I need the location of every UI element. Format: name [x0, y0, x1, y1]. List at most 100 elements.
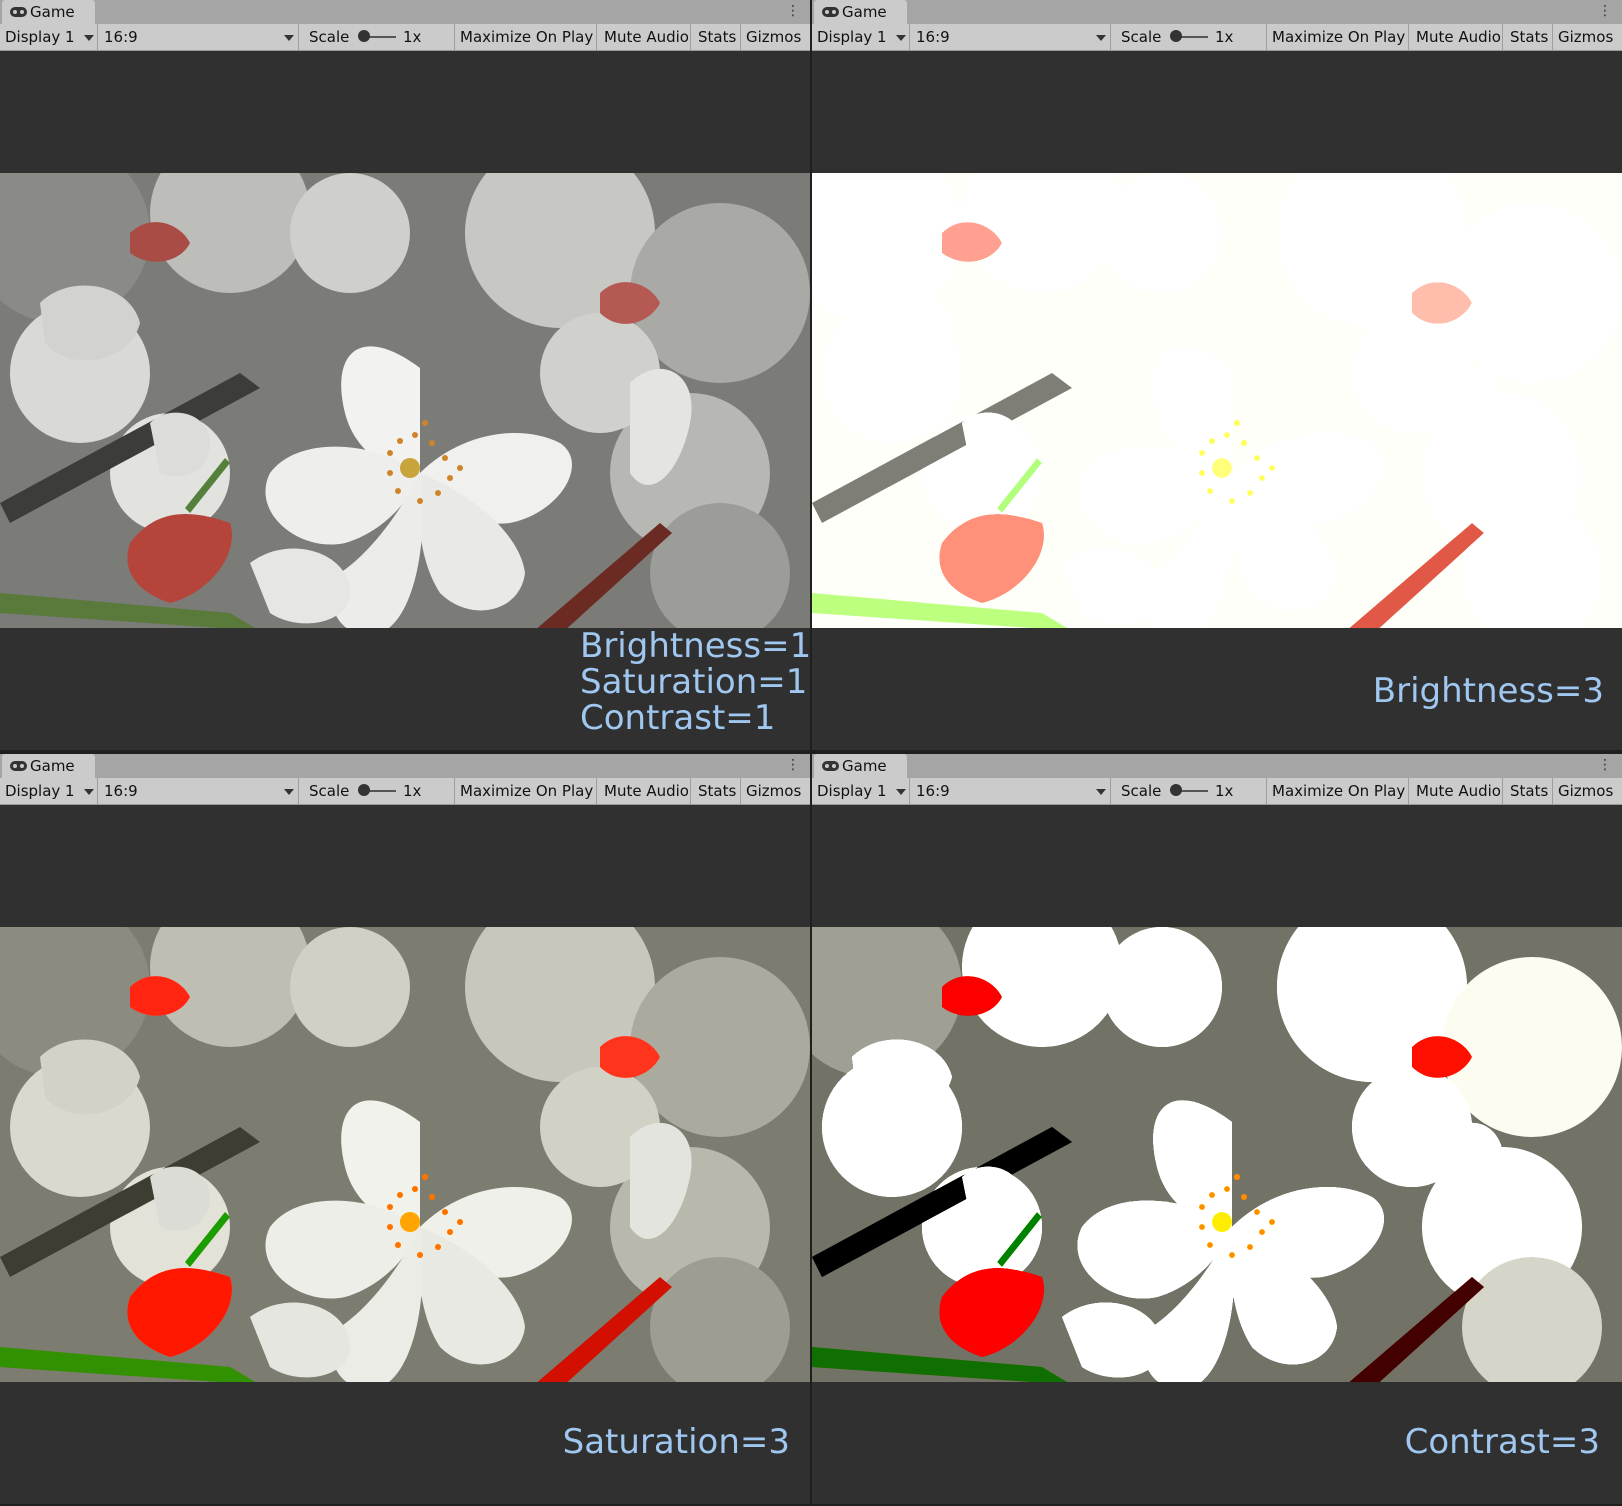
mute-audio-toggle[interactable]: Mute Audio [604, 778, 689, 804]
settings-caption: Brightness=1 Saturation=1 Contrast=1 [580, 628, 810, 736]
tab-bar: Game ⋮ [0, 0, 810, 24]
maximize-on-play-toggle[interactable]: Maximize On Play [460, 778, 593, 804]
cherry-blossom-image [812, 173, 1622, 628]
divider [298, 778, 299, 804]
settings-caption: Contrast=3 [1404, 1422, 1600, 1462]
mute-audio-toggle[interactable]: Mute Audio [1416, 778, 1501, 804]
divider [1408, 24, 1409, 50]
gizmos-toggle[interactable]: Gizmos [1558, 24, 1613, 50]
display-label: Display 1 [5, 28, 75, 46]
gamepad-icon [10, 7, 27, 17]
gizmos-toggle[interactable]: Gizmos [746, 24, 801, 50]
divider [97, 24, 98, 50]
tab-label: Game [30, 3, 75, 21]
tab-game[interactable]: Game [814, 754, 907, 778]
gamepad-icon [822, 7, 839, 17]
stats-toggle[interactable]: Stats [698, 24, 736, 50]
aspect-label: 16:9 [104, 782, 138, 800]
tab-bar: Game ⋮ [812, 0, 1622, 24]
cherry-blossom-image [0, 173, 810, 628]
maximize-on-play-toggle[interactable]: Maximize On Play [1272, 24, 1405, 50]
scale-slider-handle[interactable] [358, 784, 370, 796]
chevron-down-icon [84, 35, 94, 41]
chevron-down-icon [896, 35, 906, 41]
scale-label: Scale [309, 28, 350, 46]
kebab-menu-icon[interactable]: ⋮ [786, 3, 800, 19]
chevron-down-icon [284, 35, 294, 41]
mute-audio-toggle[interactable]: Mute Audio [1416, 24, 1501, 50]
stats-toggle[interactable]: Stats [1510, 24, 1548, 50]
stats-toggle[interactable]: Stats [698, 778, 736, 804]
divider [596, 778, 597, 804]
divider [909, 24, 910, 50]
tab-label: Game [842, 757, 887, 775]
chevron-down-icon [896, 789, 906, 795]
game-view-panel: Game ⋮ Display 1 16:9 Scale 1x Maximize … [812, 754, 1622, 1504]
divider [909, 778, 910, 804]
settings-caption: Brightness=3 [1372, 671, 1604, 711]
divider [1266, 24, 1267, 50]
divider [454, 24, 455, 50]
display-dropdown[interactable]: Display 1 [817, 24, 887, 50]
tab-label: Game [30, 757, 75, 775]
mute-audio-toggle[interactable]: Mute Audio [604, 24, 689, 50]
divider [1110, 24, 1111, 50]
game-viewport[interactable] [812, 805, 1622, 1504]
display-dropdown[interactable]: Display 1 [5, 24, 75, 50]
stats-toggle[interactable]: Stats [1510, 778, 1548, 804]
display-dropdown[interactable]: Display 1 [817, 778, 887, 804]
aspect-dropdown[interactable]: 16:9 [104, 778, 138, 804]
game-toolbar: Display 1 16:9 Scale 1x Maximize On Play… [812, 778, 1622, 805]
chevron-down-icon [284, 789, 294, 795]
divider [1552, 24, 1553, 50]
game-toolbar: Display 1 16:9 Scale 1x Maximize On Play… [0, 778, 810, 805]
divider [690, 778, 691, 804]
maximize-on-play-toggle[interactable]: Maximize On Play [1272, 778, 1405, 804]
display-label: Display 1 [817, 782, 887, 800]
divider [1408, 778, 1409, 804]
display-dropdown[interactable]: Display 1 [5, 778, 75, 804]
divider [97, 778, 98, 804]
scale-slider-handle[interactable] [1170, 784, 1182, 796]
scale-value: 1x [403, 28, 422, 46]
display-label: Display 1 [817, 28, 887, 46]
scale-label: Scale [309, 782, 350, 800]
scale-value: 1x [403, 782, 422, 800]
scale-slider-handle[interactable] [358, 30, 370, 42]
gizmos-toggle[interactable]: Gizmos [1558, 778, 1613, 804]
scale-label: Scale [1121, 28, 1162, 46]
tab-game[interactable]: Game [2, 754, 95, 778]
game-viewport[interactable] [0, 805, 810, 1504]
scale-label: Scale [1121, 782, 1162, 800]
kebab-menu-icon[interactable]: ⋮ [1598, 3, 1612, 19]
gamepad-icon [10, 761, 27, 771]
game-view-panel: Game ⋮ Display 1 16:9 Scale 1x Maximize … [0, 754, 810, 1504]
aspect-dropdown[interactable]: 16:9 [916, 24, 950, 50]
chevron-down-icon [1096, 35, 1106, 41]
scale-value: 1x [1215, 28, 1234, 46]
kebab-menu-icon[interactable]: ⋮ [1598, 757, 1612, 773]
tab-game[interactable]: Game [814, 0, 907, 24]
kebab-menu-icon[interactable]: ⋮ [786, 757, 800, 773]
game-toolbar: Display 1 16:9 Scale 1x Maximize On Play… [812, 24, 1622, 51]
divider [454, 778, 455, 804]
caption-line-brightness: Brightness=1 [580, 626, 810, 666]
divider [690, 24, 691, 50]
game-viewport[interactable] [812, 51, 1622, 750]
divider [1502, 778, 1503, 804]
tab-game[interactable]: Game [2, 0, 95, 24]
cherry-blossom-image [0, 927, 810, 1382]
gamepad-icon [822, 761, 839, 771]
scale-value: 1x [1215, 782, 1234, 800]
display-label: Display 1 [5, 782, 75, 800]
aspect-label: 16:9 [104, 28, 138, 46]
aspect-dropdown[interactable]: 16:9 [104, 24, 138, 50]
game-view-panel: Game ⋮ Display 1 16:9 Scale 1x Maximize … [812, 0, 1622, 750]
aspect-dropdown[interactable]: 16:9 [916, 778, 950, 804]
aspect-label: 16:9 [916, 782, 950, 800]
divider [596, 24, 597, 50]
maximize-on-play-toggle[interactable]: Maximize On Play [460, 24, 593, 50]
scale-slider-handle[interactable] [1170, 30, 1182, 42]
tab-bar: Game ⋮ [0, 754, 810, 778]
gizmos-toggle[interactable]: Gizmos [746, 778, 801, 804]
